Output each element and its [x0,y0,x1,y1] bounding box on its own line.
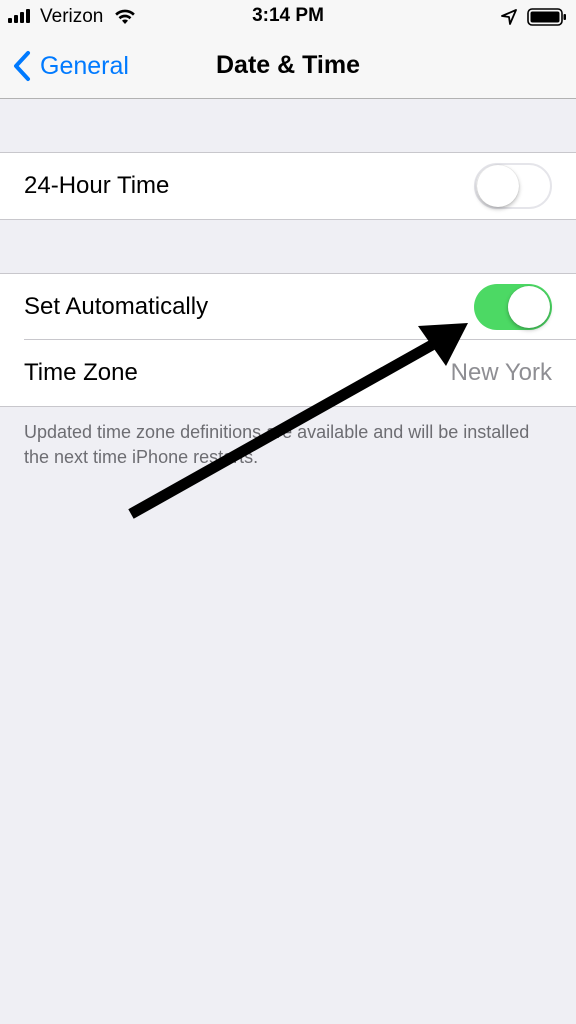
footnote-text: Updated time zone definitions are availa… [24,422,530,467]
setting-row-time-zone[interactable]: Time Zone New York [0,340,576,406]
status-bar: Verizon 3:14 PM [0,0,576,34]
set-automatically-toggle[interactable] [474,284,552,330]
battery-icon [527,8,566,26]
page-title: Date & Time [215,51,361,79]
status-time: 3:14 PM [252,5,324,26]
setting-label: Time Zone [24,359,138,386]
setting-row-set-automatically: Set Automatically [0,274,576,340]
24-hour-time-toggle[interactable] [474,163,552,209]
time-zone-value: New York [450,359,552,386]
settings-group-automatic: Set Automatically Time Zone New York [0,273,576,407]
setting-label: 24-Hour Time [24,172,170,199]
setting-label: Set Automatically [24,293,209,320]
setting-row-24-hour-time: 24-Hour Time [0,153,576,219]
settings-group-24-hour: 24-Hour Time [0,152,576,220]
toggle-knob [508,286,550,328]
location-arrow-icon [501,9,517,25]
navigation-bar: General Date & Time [0,34,576,99]
toggle-knob [477,165,519,207]
